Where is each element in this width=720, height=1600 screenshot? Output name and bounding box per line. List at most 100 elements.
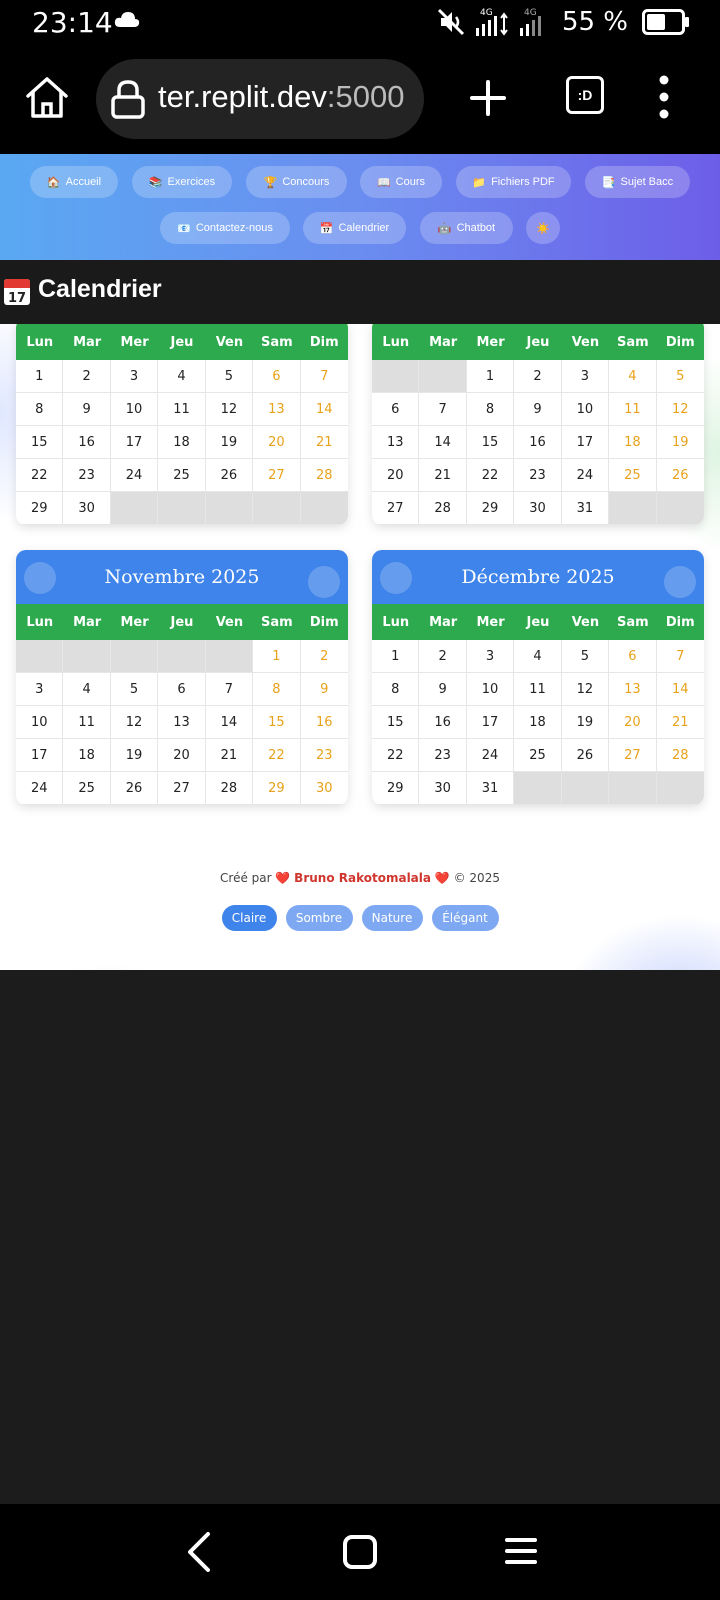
calendar-day[interactable]: 18 <box>609 426 657 459</box>
calendar-day[interactable]: 23 <box>419 739 467 772</box>
calendar-day[interactable]: 6 <box>158 673 206 706</box>
calendar-day[interactable]: 29 <box>253 772 301 805</box>
calendar-day[interactable]: 25 <box>514 739 562 772</box>
calendar-day[interactable]: 16 <box>514 426 562 459</box>
calendar-day[interactable]: 12 <box>205 393 254 426</box>
calendar-day[interactable]: 30 <box>63 492 111 525</box>
calendar-day[interactable]: 24 <box>16 772 64 805</box>
calendar-day[interactable]: 15 <box>253 706 301 739</box>
calendar-day[interactable]: 8 <box>16 393 64 426</box>
calendar-day[interactable]: 8 <box>372 673 420 706</box>
calendar-day[interactable]: 19 <box>561 706 610 739</box>
calendar-day[interactable]: 10 <box>466 673 515 706</box>
calendar-day[interactable]: 30 <box>300 772 348 805</box>
calendar-day[interactable]: 21 <box>300 426 348 459</box>
calendar-day[interactable]: 20 <box>609 706 657 739</box>
calendar-day[interactable]: 24 <box>561 459 610 492</box>
calendar-day[interactable]: 3 <box>16 673 64 706</box>
calendar-day[interactable]: 15 <box>372 706 420 739</box>
calendar-day[interactable]: 9 <box>514 393 562 426</box>
calendar-day[interactable]: 9 <box>419 673 467 706</box>
calendar-day[interactable]: 16 <box>419 706 467 739</box>
calendar-day[interactable]: 14 <box>205 706 254 739</box>
calendar-day[interactable]: 22 <box>372 739 420 772</box>
calendar-day[interactable]: 13 <box>372 426 420 459</box>
calendar-day[interactable]: 12 <box>110 706 159 739</box>
calendar-day[interactable]: 23 <box>514 459 562 492</box>
calendar-day[interactable]: 31 <box>466 772 515 805</box>
calendar-day[interactable]: 27 <box>372 492 420 525</box>
calendar-day[interactable]: 30 <box>514 492 562 525</box>
calendar-day[interactable]: 14 <box>656 673 704 706</box>
calendar-day[interactable]: 26 <box>561 739 610 772</box>
calendar-day[interactable]: 7 <box>205 673 254 706</box>
theme-claire-button[interactable]: Claire <box>221 905 277 931</box>
calendar-day[interactable]: 27 <box>253 459 301 492</box>
calendar-day[interactable]: 6 <box>609 640 657 673</box>
calendar-day[interactable]: 8 <box>466 393 515 426</box>
menu-lines-icon[interactable] <box>504 1536 538 1566</box>
calendar-day[interactable]: 4 <box>609 360 657 393</box>
calendar-day[interactable]: 3 <box>561 360 610 393</box>
calendar-day[interactable]: 25 <box>63 772 111 805</box>
theme-elegant-button[interactable]: Élégant <box>431 905 499 931</box>
calendar-day[interactable]: 15 <box>466 426 515 459</box>
calendar-day[interactable]: 27 <box>158 772 206 805</box>
calendar-day[interactable]: 4 <box>158 360 206 393</box>
calendar-day[interactable]: 7 <box>656 640 704 673</box>
calendar-day[interactable]: 17 <box>561 426 610 459</box>
calendar-day[interactable]: 15 <box>16 426 64 459</box>
calendar-day[interactable]: 27 <box>609 739 657 772</box>
calendar-day[interactable]: 8 <box>253 673 301 706</box>
new-tab-plus-icon[interactable] <box>468 78 508 118</box>
nav-item-sujet-bacc[interactable]: 📑 Sujet Bacc <box>585 166 690 198</box>
nav-item-fichiers-pdf[interactable]: 📁 Fichiers PDF <box>456 166 571 198</box>
calendar-day[interactable]: 20 <box>158 739 206 772</box>
nav-item-accueil[interactable]: 🏠 Accueil <box>30 166 118 198</box>
calendar-day[interactable]: 21 <box>419 459 467 492</box>
theme-toggle-sun-button[interactable]: ☀️ <box>526 212 560 244</box>
calendar-day[interactable]: 17 <box>466 706 515 739</box>
calendar-day[interactable]: 16 <box>300 706 348 739</box>
theme-nature-button[interactable]: Nature <box>361 905 423 931</box>
calendar-day[interactable]: 14 <box>419 426 467 459</box>
calendar-day[interactable]: 4 <box>63 673 111 706</box>
nav-item-concours[interactable]: 🏆 Concours <box>246 166 347 198</box>
calendar-day[interactable]: 1 <box>466 360 515 393</box>
calendar-day[interactable]: 10 <box>561 393 610 426</box>
calendar-day[interactable]: 3 <box>466 640 515 673</box>
calendar-day[interactable]: 22 <box>16 459 64 492</box>
calendar-day[interactable]: 22 <box>466 459 515 492</box>
calendar-day[interactable]: 21 <box>656 706 704 739</box>
calendar-day[interactable]: 12 <box>561 673 610 706</box>
back-icon[interactable] <box>184 1530 214 1574</box>
calendar-day[interactable]: 30 <box>419 772 467 805</box>
calendar-day[interactable]: 20 <box>372 459 420 492</box>
more-options-icon[interactable] <box>650 72 678 122</box>
calendar-day[interactable]: 7 <box>419 393 467 426</box>
calendar-day[interactable]: 18 <box>158 426 206 459</box>
calendar-day[interactable]: 9 <box>300 673 348 706</box>
calendar-day[interactable]: 5 <box>110 673 159 706</box>
calendar-day[interactable]: 6 <box>253 360 301 393</box>
calendar-day[interactable]: 11 <box>63 706 111 739</box>
calendar-day[interactable]: 6 <box>372 393 420 426</box>
calendar-day[interactable]: 1 <box>372 640 420 673</box>
calendar-day[interactable]: 1 <box>16 360 64 393</box>
calendar-day[interactable]: 29 <box>16 492 64 525</box>
calendar-day[interactable]: 4 <box>514 640 562 673</box>
calendar-day[interactable]: 28 <box>656 739 704 772</box>
calendar-day[interactable]: 2 <box>300 640 348 673</box>
calendar-day[interactable]: 5 <box>561 640 610 673</box>
calendar-day[interactable]: 13 <box>158 706 206 739</box>
calendar-day[interactable]: 25 <box>158 459 206 492</box>
calendar-day[interactable]: 2 <box>63 360 111 393</box>
calendar-day[interactable]: 23 <box>300 739 348 772</box>
calendar-day[interactable]: 1 <box>253 640 301 673</box>
calendar-day[interactable]: 26 <box>656 459 704 492</box>
nav-item-calendrier[interactable]: 📅 Calendrier <box>303 212 406 244</box>
calendar-day[interactable]: 17 <box>110 426 159 459</box>
calendar-day[interactable]: 12 <box>656 393 704 426</box>
theme-sombre-button[interactable]: Sombre <box>285 905 353 931</box>
calendar-day[interactable]: 11 <box>609 393 657 426</box>
